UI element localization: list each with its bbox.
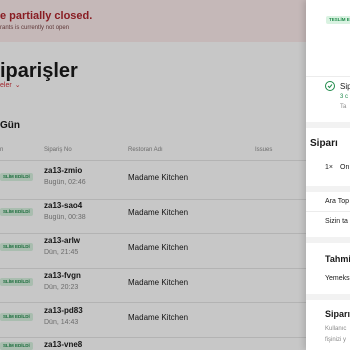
estimate-line: Yemeks — [325, 275, 350, 282]
note-line: fişinizi y — [325, 337, 347, 343]
divider — [306, 294, 350, 300]
divider — [306, 237, 350, 243]
step-detail: Ta — [340, 104, 347, 110]
step-title: Siparı — [340, 82, 350, 91]
modal-backdrop[interactable] — [0, 0, 306, 350]
divider — [306, 122, 350, 128]
estimate-title: Tahmi — [325, 254, 350, 264]
item-quantity: 1× — [325, 164, 333, 171]
divider — [306, 211, 350, 212]
order-detail-drawer: TESLİM E Siparı 3 c Ta Siparı 1× On Ara … — [306, 0, 350, 350]
note-line: Kullanıc — [325, 326, 347, 332]
subtotal-label: Ara Top — [325, 198, 349, 205]
divider — [306, 186, 350, 192]
divider — [306, 76, 350, 77]
order-items-title: Siparı — [310, 138, 338, 149]
item-name: On — [340, 164, 350, 171]
drawer-status-badge: TESLİM E — [326, 16, 350, 24]
order-note-title: Siparı — [325, 309, 350, 319]
check-circle-icon — [325, 81, 335, 91]
step-subtitle: 3 c — [340, 94, 349, 100]
fee-label: Sizin ta — [325, 218, 348, 225]
